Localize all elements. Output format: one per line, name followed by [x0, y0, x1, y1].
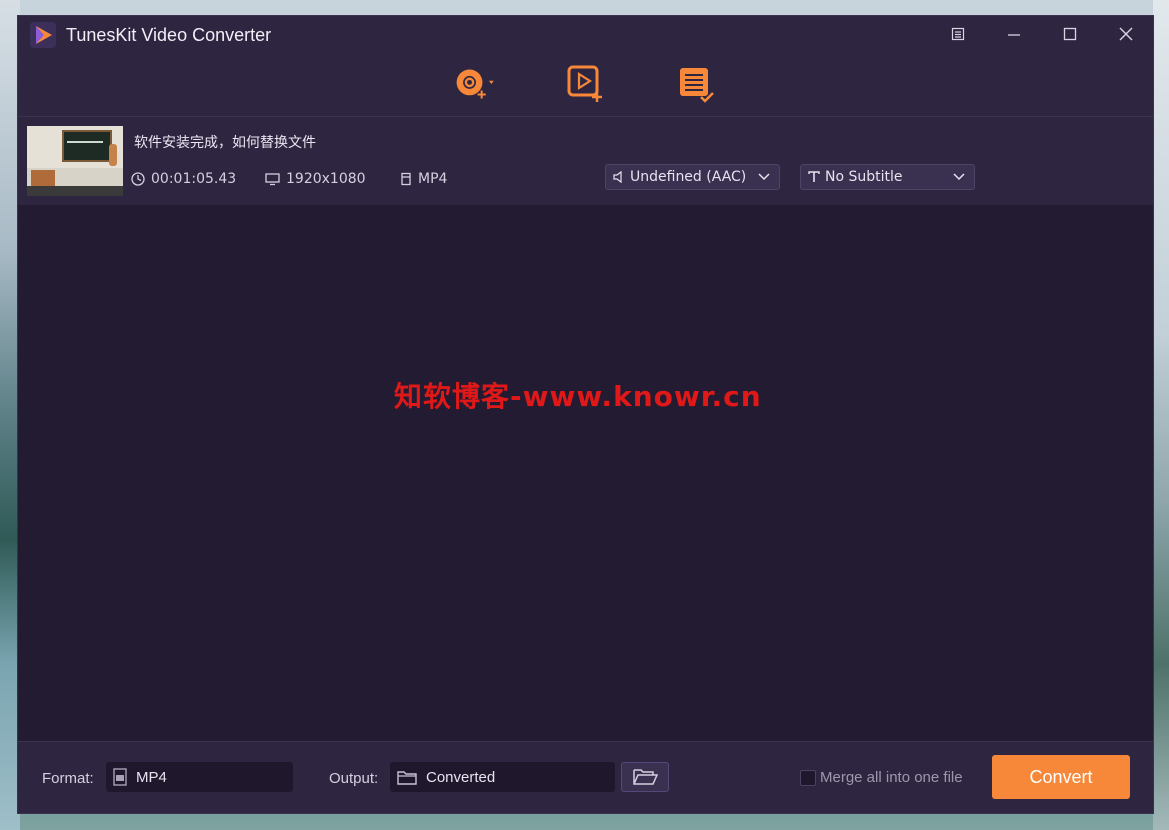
close-icon — [1119, 27, 1133, 41]
merge-label: Merge all into one file — [820, 769, 963, 786]
app-title: TunesKit Video Converter — [66, 25, 272, 45]
clock-icon — [131, 172, 145, 186]
chevron-down-icon — [758, 173, 770, 181]
subtitle-dropdown[interactable]: No Subtitle — [800, 164, 975, 190]
resolution-meta: 1920x1080 — [265, 171, 366, 187]
resolution-value: 1920x1080 — [286, 171, 366, 187]
duration-value: 00:01:05.43 — [151, 171, 237, 187]
watermark-text: 知软博客-www.knowr.cn — [394, 380, 762, 413]
menu-button[interactable] — [944, 23, 972, 45]
add-dvd-icon[interactable] — [455, 64, 497, 104]
file-format-icon — [401, 172, 411, 186]
file-name: 软件安装完成，如何替换文件 — [134, 135, 316, 151]
output-label: Output: — [329, 770, 379, 787]
app-logo-icon — [30, 22, 56, 48]
add-video-icon[interactable] — [565, 64, 607, 104]
close-button[interactable] — [1112, 23, 1140, 45]
format-meta: MP4 — [400, 171, 447, 187]
video-thumbnail — [27, 126, 123, 196]
monitor-icon — [265, 173, 280, 186]
format-field-value: MP4 — [136, 768, 167, 786]
convert-button[interactable]: Convert — [992, 755, 1130, 799]
maximize-button[interactable] — [1056, 23, 1084, 45]
audio-track-dropdown[interactable]: Undefined (AAC) — [605, 164, 780, 190]
format-label: Format: — [42, 770, 94, 787]
subtitle-value: No Subtitle — [825, 169, 903, 185]
file-list-area[interactable]: 知软博客-www.knowr.cn — [18, 205, 1153, 741]
output-field-value: Converted — [426, 768, 496, 786]
speaker-icon — [613, 170, 622, 184]
minimize-button[interactable] — [1000, 23, 1028, 45]
folder-icon — [397, 771, 417, 785]
audio-track-value: Undefined (AAC) — [630, 169, 747, 185]
text-icon — [808, 171, 820, 182]
bottom-bar: Format: MP4 Output: Converted Merge all … — [18, 741, 1153, 813]
output-folder-field[interactable]: Converted — [390, 762, 615, 792]
minimize-icon — [1008, 34, 1020, 36]
open-folder-icon — [633, 769, 659, 785]
chevron-down-icon — [953, 173, 965, 181]
app-window: TunesKit Video Converter 软件安装完成，如何替换文件 0… — [17, 15, 1154, 814]
maximize-icon — [1063, 27, 1077, 41]
output-format-selector[interactable]: MP4 — [106, 762, 293, 792]
format-value: MP4 — [418, 171, 448, 187]
menu-icon — [951, 27, 965, 41]
history-list-icon[interactable] — [675, 64, 717, 104]
desktop-background-right — [1153, 0, 1169, 830]
format-file-icon — [113, 768, 127, 786]
duration-meta: 00:01:05.43 — [131, 171, 236, 187]
merge-checkbox[interactable] — [800, 770, 816, 786]
title-bar: TunesKit Video Converter — [18, 16, 1153, 116]
file-list-item[interactable]: 软件安装完成，如何替换文件 00:01:05.43 1920x1080 MP4 — [18, 116, 1153, 206]
browse-folder-button[interactable] — [621, 762, 669, 792]
